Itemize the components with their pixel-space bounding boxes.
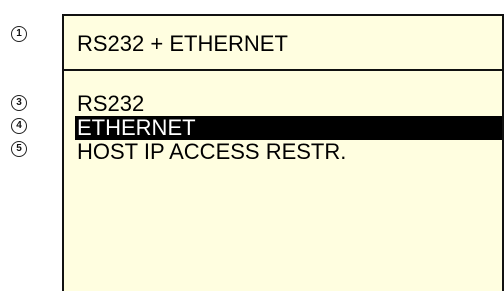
settings-menu: RS232 ETHERNET HOST IP ACCESS RESTR. [64, 92, 502, 164]
device-display: RS232 + ETHERNET RS232 ETHERNET HOST IP … [62, 14, 504, 291]
callout-4-marker: 4 [11, 118, 27, 134]
callout-5-marker: 5 [11, 141, 27, 157]
screen-title: RS232 + ETHERNET [64, 16, 502, 71]
callout-3-marker: 3 [11, 95, 27, 111]
menu-item-ethernet[interactable]: ETHERNET [75, 116, 502, 140]
menu-item-host-ip-access-restr[interactable]: HOST IP ACCESS RESTR. [64, 140, 502, 164]
callout-1-marker: 1 [11, 26, 27, 42]
callout-column: 1 3 4 5 [0, 0, 62, 291]
menu-item-rs232[interactable]: RS232 [64, 92, 502, 116]
